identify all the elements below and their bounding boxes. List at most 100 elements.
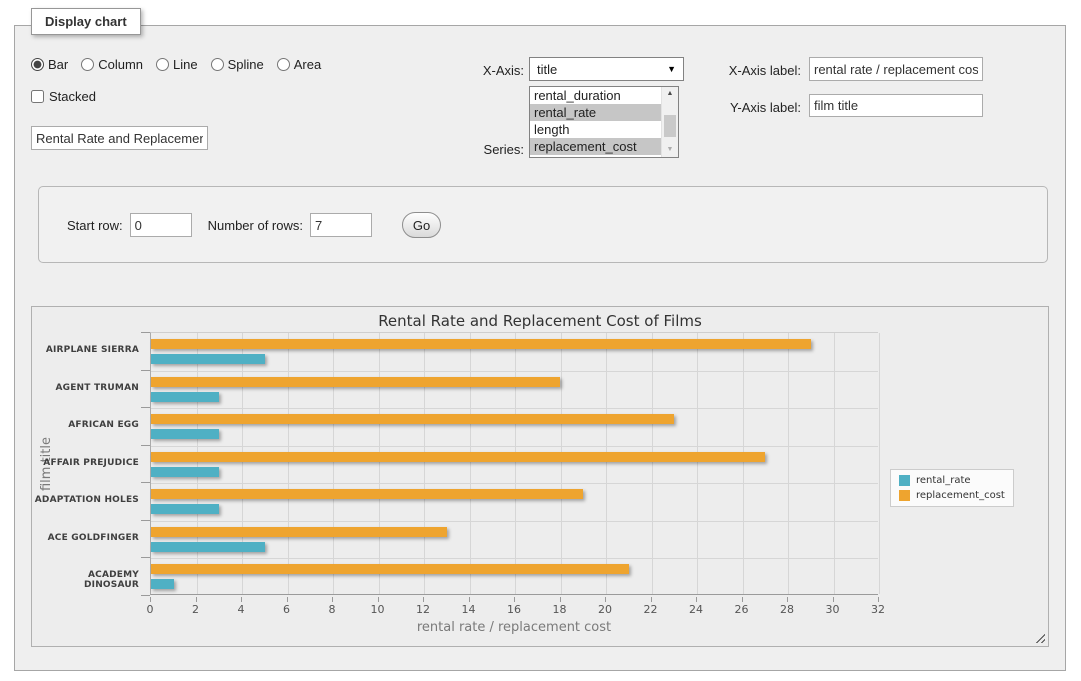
v-gridline bbox=[470, 333, 471, 594]
radio-spline[interactable] bbox=[211, 58, 224, 71]
category-label: ADAPTATION HOLES bbox=[34, 495, 139, 505]
y-axis-label-input[interactable] bbox=[809, 94, 983, 117]
x-axis-title: rental rate / replacement cost bbox=[150, 620, 878, 635]
x-axis-label-input[interactable] bbox=[809, 57, 983, 81]
radio-option-spline: Spline bbox=[211, 57, 264, 72]
h-gridline bbox=[151, 371, 878, 372]
series-options: rental_durationrental_ratelengthreplacem… bbox=[530, 87, 661, 157]
x-tick-label: 6 bbox=[267, 603, 307, 616]
x-tick-label: 14 bbox=[449, 603, 489, 616]
x-tick-label: 0 bbox=[130, 603, 170, 616]
bar-replacement_cost-4 bbox=[151, 489, 583, 499]
radio-bar[interactable] bbox=[31, 58, 44, 71]
series-option-rental_rate[interactable]: rental_rate bbox=[530, 104, 661, 121]
v-gridline bbox=[652, 333, 653, 594]
x-axis-tick bbox=[605, 597, 606, 602]
v-gridline bbox=[879, 333, 880, 594]
legend-swatch-rental_rate bbox=[899, 475, 910, 486]
v-gridline bbox=[242, 333, 243, 594]
v-gridline bbox=[379, 333, 380, 594]
stacked-label: Stacked bbox=[49, 89, 96, 104]
radio-column[interactable] bbox=[81, 58, 94, 71]
x-axis-label-label: X-Axis label: bbox=[693, 63, 801, 78]
series-scrollbar[interactable]: ▲ ▼ bbox=[661, 87, 678, 157]
y-axis-tick bbox=[141, 557, 150, 558]
display-chart-fieldset: Display chart BarColumnLineSplineArea St… bbox=[14, 25, 1066, 671]
y-axis-label-label: Y-Axis label: bbox=[693, 100, 801, 115]
radio-option-bar: Bar bbox=[31, 57, 68, 72]
series-multiselect[interactable]: rental_durationrental_ratelengthreplacem… bbox=[529, 86, 679, 158]
radio-area[interactable] bbox=[277, 58, 290, 71]
v-gridline bbox=[743, 333, 744, 594]
v-gridline bbox=[788, 333, 789, 594]
category-label: AIRPLANE SIERRA bbox=[34, 345, 139, 355]
x-axis-tick bbox=[423, 597, 424, 602]
resize-handle-icon[interactable] bbox=[1033, 631, 1045, 643]
v-gridline bbox=[697, 333, 698, 594]
y-axis-tick bbox=[141, 595, 150, 596]
y-axis-tick bbox=[141, 445, 150, 446]
x-tick-label: 10 bbox=[358, 603, 398, 616]
bar-replacement_cost-5 bbox=[151, 527, 447, 537]
x-axis-tick bbox=[378, 597, 379, 602]
scrollbar-thumb[interactable] bbox=[664, 115, 676, 137]
x-axis-tick bbox=[742, 597, 743, 602]
x-tick-label: 2 bbox=[176, 603, 216, 616]
x-tick-label: 8 bbox=[312, 603, 352, 616]
chart-title-input[interactable] bbox=[31, 126, 208, 150]
x-axis-tick bbox=[196, 597, 197, 602]
y-axis-tick bbox=[141, 482, 150, 483]
chart-type-radio-group: Bar Column Line Spline Area bbox=[31, 57, 321, 72]
h-gridline bbox=[151, 483, 878, 484]
go-button[interactable]: Go bbox=[402, 212, 441, 238]
scroll-down-icon[interactable]: ▼ bbox=[662, 143, 678, 157]
x-axis-tick bbox=[514, 597, 515, 602]
category-label: ACE GOLDFINGER bbox=[34, 533, 139, 543]
legend-swatch-replacement_cost bbox=[899, 490, 910, 501]
bar-rental_rate-4 bbox=[151, 504, 219, 514]
series-option-replacement_cost[interactable]: replacement_cost bbox=[530, 138, 661, 155]
h-gridline bbox=[151, 521, 878, 522]
bar-replacement_cost-3 bbox=[151, 452, 765, 462]
legend-item-replacement_cost[interactable]: replacement_cost bbox=[899, 490, 1005, 501]
category-label: AFRICAN EGG bbox=[34, 420, 139, 430]
radio-option-column: Column bbox=[81, 57, 143, 72]
x-axis-tick bbox=[287, 597, 288, 602]
x-axis-select[interactable]: title ▼ bbox=[529, 57, 684, 81]
num-rows-label: Number of rows: bbox=[208, 218, 303, 233]
start-row-label: Start row: bbox=[67, 218, 123, 233]
v-gridline bbox=[288, 333, 289, 594]
h-gridline bbox=[151, 446, 878, 447]
radio-label-area: Area bbox=[294, 57, 321, 72]
stacked-row: Stacked bbox=[31, 89, 96, 104]
x-axis-tick bbox=[696, 597, 697, 602]
radio-option-area: Area bbox=[277, 57, 321, 72]
h-gridline bbox=[151, 558, 878, 559]
radio-line[interactable] bbox=[156, 58, 169, 71]
bar-replacement_cost-6 bbox=[151, 564, 629, 574]
stacked-checkbox[interactable] bbox=[31, 90, 44, 103]
legend-item-rental_rate[interactable]: rental_rate bbox=[899, 475, 1005, 486]
category-label: ACADEMY DINOSAUR bbox=[34, 570, 139, 590]
y-axis-tick bbox=[141, 332, 150, 333]
x-tick-label: 18 bbox=[540, 603, 580, 616]
x-axis-tick bbox=[241, 597, 242, 602]
y-axis-tick bbox=[141, 407, 150, 408]
num-rows-input[interactable] bbox=[310, 213, 372, 237]
series-option-length[interactable]: length bbox=[530, 121, 661, 138]
radio-option-line: Line bbox=[156, 57, 198, 72]
y-axis-tick bbox=[141, 520, 150, 521]
bar-rental_rate-1 bbox=[151, 392, 219, 402]
series-option-rental_duration[interactable]: rental_duration bbox=[530, 87, 661, 104]
radio-label-line: Line bbox=[173, 57, 198, 72]
y-axis-tick bbox=[141, 370, 150, 371]
row-controls: Start row: Number of rows: Go bbox=[67, 212, 441, 238]
bar-rental_rate-2 bbox=[151, 429, 219, 439]
chevron-down-icon: ▼ bbox=[667, 64, 676, 74]
legend-label-replacement_cost: replacement_cost bbox=[916, 490, 1005, 501]
chart-panel: Rental Rate and Replacement Cost of Film… bbox=[31, 306, 1049, 647]
start-row-input[interactable] bbox=[130, 213, 192, 237]
scroll-up-icon[interactable]: ▲ bbox=[662, 87, 678, 101]
bar-rental_rate-0 bbox=[151, 354, 265, 364]
h-gridline bbox=[151, 408, 878, 409]
